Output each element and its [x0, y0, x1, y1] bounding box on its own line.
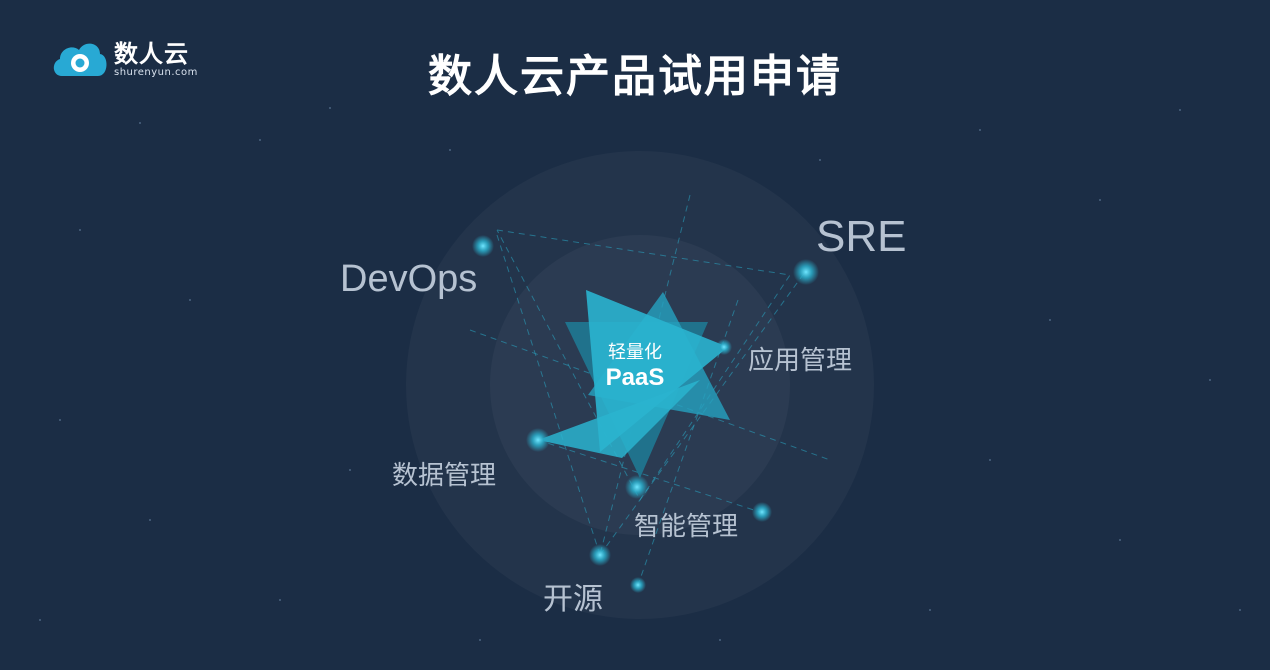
landing-stage: 数人云 shurenyun.com 数人云产品试用申请 轻量化 PaaS SRE…	[0, 0, 1270, 670]
page-title: 数人云产品试用申请	[428, 51, 842, 102]
center-label: 轻量化 PaaS	[580, 342, 690, 392]
node-label-open-source: 开源	[543, 582, 603, 617]
center-label-line1: 轻量化	[608, 342, 662, 363]
node-label-app-management: 应用管理	[748, 346, 853, 376]
node-label-data-management: 数据管理	[392, 461, 497, 491]
center-label-line2: PaaS	[605, 364, 665, 391]
node-label-devops: DevOps	[340, 258, 478, 300]
node-label-sre: SRE	[816, 212, 907, 261]
node-label-smart-management: 智能管理	[634, 512, 739, 542]
